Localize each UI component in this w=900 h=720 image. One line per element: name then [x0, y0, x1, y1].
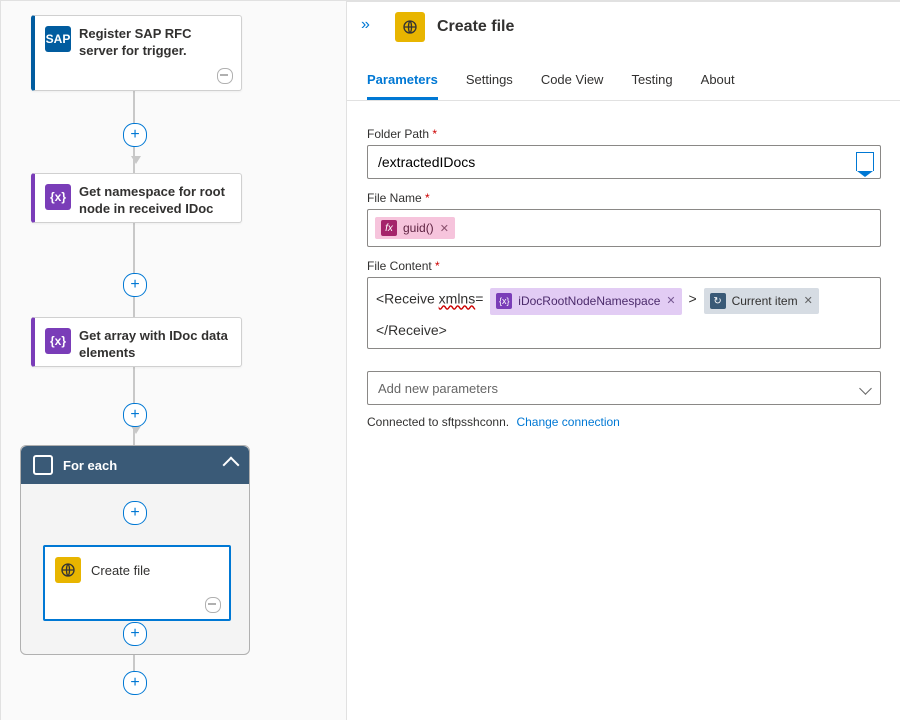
tab-code-view[interactable]: Code View	[541, 72, 604, 100]
foreach-container: For each + Create file +	[20, 445, 250, 655]
connection-icon[interactable]	[217, 68, 233, 84]
add-step-button[interactable]: +	[123, 501, 147, 525]
add-step-button[interactable]: +	[123, 622, 147, 646]
folder-path-input-wrap	[367, 145, 881, 179]
tab-settings[interactable]: Settings	[466, 72, 513, 100]
step-title: Register SAP RFC server for trigger.	[79, 26, 231, 60]
label-file-name: File Name *	[367, 191, 881, 205]
sap-icon: SAP	[45, 26, 71, 52]
token-current-item[interactable]: ↻ Current item ✕	[704, 288, 819, 314]
foreach-title: For each	[63, 458, 215, 473]
remove-token-button[interactable]: ✕	[666, 292, 675, 311]
step-title: Create file	[91, 563, 150, 578]
step-get-idoc-array[interactable]: {x} Get array with IDoc data elements	[31, 317, 242, 367]
add-step-button[interactable]: +	[123, 123, 147, 147]
sftp-icon	[395, 12, 425, 42]
label-folder-path: Folder Path *	[367, 127, 881, 141]
panel-title: Create file	[437, 18, 514, 36]
step-title: Get namespace for root node in received …	[79, 184, 231, 218]
step-register-sap-rfc[interactable]: SAP Register SAP RFC server for trigger.	[31, 15, 242, 91]
tab-about[interactable]: About	[701, 72, 735, 100]
add-step-button[interactable]: +	[123, 671, 147, 695]
remove-token-button[interactable]: ✕	[440, 222, 449, 235]
tab-parameters[interactable]: Parameters	[367, 72, 438, 100]
loop-icon	[33, 455, 53, 475]
folder-picker-icon[interactable]	[856, 152, 874, 171]
loop-icon: ↻	[710, 293, 726, 309]
chevron-up-icon	[223, 457, 240, 474]
variable-icon: {x}	[496, 293, 512, 309]
tab-bar: Parameters Settings Code View Testing Ab…	[347, 50, 900, 101]
token-expression-guid[interactable]: fx guid() ✕	[375, 217, 455, 239]
step-get-namespace[interactable]: {x} Get namespace for root node in recei…	[31, 173, 242, 223]
step-create-file[interactable]: Create file	[43, 545, 231, 621]
label-file-content: File Content *	[367, 259, 881, 273]
file-name-input[interactable]: fx guid() ✕	[367, 209, 881, 247]
step-title: Get array with IDoc data elements	[79, 328, 231, 362]
sftp-icon	[55, 557, 81, 583]
fx-icon: fx	[381, 220, 397, 236]
tab-testing[interactable]: Testing	[631, 72, 672, 100]
details-panel: » Create file Parameters Settings Code V…	[347, 1, 900, 720]
change-connection-link[interactable]: Change connection	[516, 415, 619, 429]
variable-icon: {x}	[45, 184, 71, 210]
file-content-input[interactable]: <Receive xmlns= {x} iDocRootNodeNamespac…	[367, 277, 881, 349]
chevron-down-icon	[859, 382, 872, 395]
add-step-button[interactable]: +	[123, 273, 147, 297]
folder-path-input[interactable]	[376, 153, 872, 171]
foreach-header[interactable]: For each	[21, 446, 249, 484]
add-new-parameters-dropdown[interactable]: Add new parameters	[367, 371, 881, 405]
collapse-panel-button[interactable]: »	[361, 16, 370, 34]
add-step-button[interactable]: +	[123, 403, 147, 427]
workflow-canvas: SAP Register SAP RFC server for trigger.…	[1, 1, 347, 720]
connection-info: Connected to sftpsshconn. Change connect…	[367, 415, 881, 429]
token-variable-idoc-namespace[interactable]: {x} iDocRootNodeNamespace ✕	[490, 288, 681, 314]
variable-icon: {x}	[45, 328, 71, 354]
remove-token-button[interactable]: ✕	[804, 292, 813, 311]
connection-icon[interactable]	[205, 597, 221, 613]
